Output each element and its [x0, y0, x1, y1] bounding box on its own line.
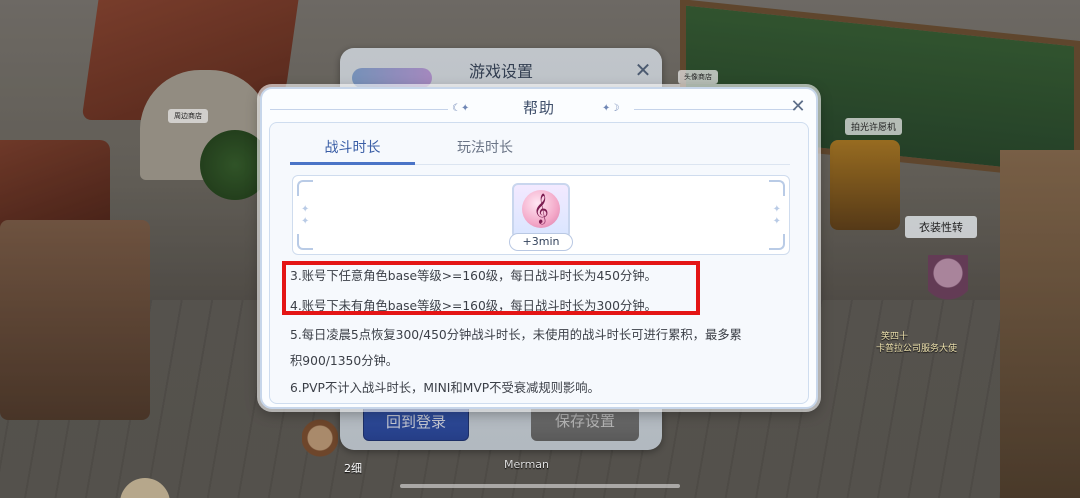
npc-guild: 卡普拉公司服务大使 [876, 344, 958, 354]
frame-corner [297, 180, 313, 196]
avatar-shop-label: 头像商店 [678, 70, 718, 84]
costume-npc-label: 衣装性转 [905, 216, 977, 238]
reward-amount-label: +3min [509, 233, 573, 251]
shop-label: 周边商店 [168, 109, 208, 123]
settings-title: 游戏设置 [468, 62, 533, 81]
frame-corner [769, 234, 785, 250]
frame-corner [297, 234, 313, 250]
music-note-icon: 𝄞 [522, 190, 560, 228]
home-indicator [400, 484, 680, 488]
frame-ornament: ✦ ✦ [301, 204, 310, 227]
frame-corner [769, 180, 785, 196]
help-tabs: 战斗时长 玩法时长 [290, 133, 790, 165]
player-level: 2细 [344, 462, 362, 475]
reward-item-slot[interactable]: 𝄞 [512, 183, 570, 239]
frame-ornament: ✦ ✦ [772, 204, 781, 227]
player-name-merman: Merman [504, 458, 550, 471]
help-dialog: ☾✦ 帮助 ✦☽ ✕ 战斗时长 玩法时长 ✦ ✦ ✦ ✦ 𝄞 +3min 3.账号下… [260, 87, 818, 409]
moon-ornament-icon: ✦☽ [602, 103, 620, 114]
wish-machine-label: 拍光许愿机 [845, 118, 903, 135]
header-divider [634, 109, 796, 110]
help-header: ☾✦ 帮助 ✦☽ [262, 95, 816, 119]
rule-line: 积900/1350分钟。 [290, 354, 399, 368]
tab-battle-duration[interactable]: 战斗时长 [290, 135, 415, 165]
highlight-annotation-box [282, 261, 700, 315]
tab-play-duration[interactable]: 玩法时长 [425, 135, 545, 165]
reward-panel: ✦ ✦ ✦ ✦ 𝄞 +3min [292, 175, 790, 255]
close-icon[interactable]: ✕ [632, 60, 654, 82]
help-title: 帮助 [522, 99, 555, 117]
rule-line: 6.PVP不计入战斗时长，MINI和MVP不受衰减规则影响。 [290, 381, 600, 395]
close-icon[interactable]: ✕ [788, 98, 808, 118]
rule-line: 5.每日凌晨5点恢复300/450分钟战斗时长，未使用的战斗时长可进行累积，最多… [290, 328, 742, 342]
